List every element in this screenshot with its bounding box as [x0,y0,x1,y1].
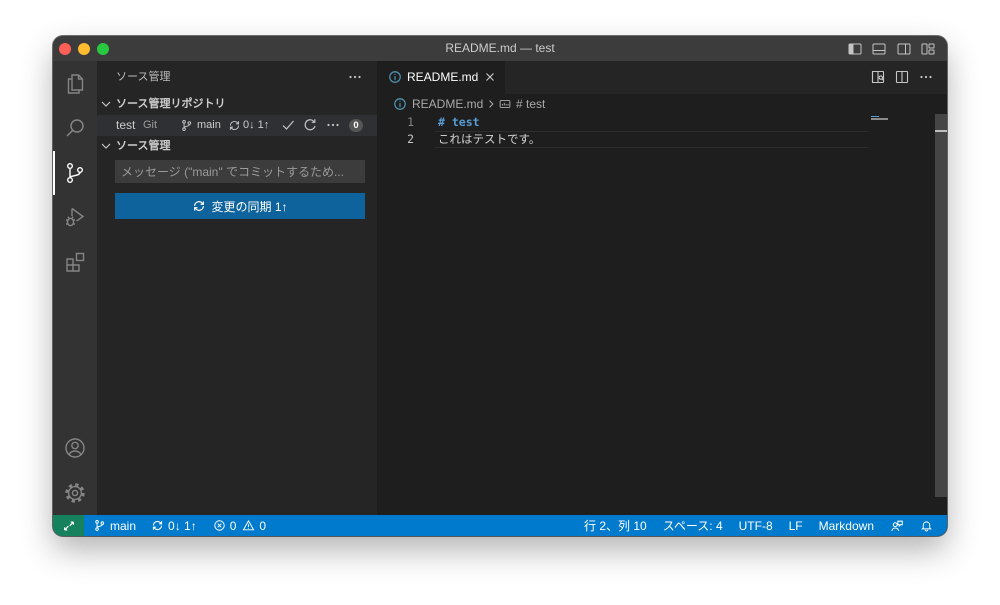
status-eol[interactable]: LF [789,515,803,536]
editor-group: README.md README.md # test 1 # test 2 これ… [377,61,947,515]
sync-button-label: 変更の同期 1↑ [211,199,288,214]
refresh-icon[interactable] [302,117,318,133]
commit-check-icon[interactable] [280,117,296,133]
toggle-panel-icon[interactable] [871,41,887,57]
code-line[interactable]: 1 # test [377,114,868,131]
title-bar: README.md — test [53,36,947,61]
activity-bar [53,61,97,515]
repository-more-actions-icon[interactable] [325,117,341,133]
activity-accounts[interactable] [53,426,97,470]
chevron-right-icon [485,98,497,110]
close-icon[interactable] [483,70,497,84]
line-text[interactable]: # test [438,114,480,131]
status-encoding[interactable]: UTF-8 [739,515,773,536]
repository-name: test [116,118,136,132]
activity-run-debug[interactable] [53,195,97,239]
error-icon [213,519,226,532]
source-control-icon [63,161,87,185]
commit-message-input[interactable] [115,160,365,183]
more-actions-icon[interactable] [347,69,363,85]
repositories-section-header[interactable]: ソース管理リポジトリ [97,94,377,114]
status-problems[interactable]: 0 0 [213,515,266,536]
line-number: 2 [407,132,414,146]
sync-icon [151,519,164,532]
source-control-section-title: ソース管理 [116,140,171,152]
bell-icon [920,519,933,532]
info-icon [388,70,402,84]
tab-label: README.md [407,70,479,84]
toggle-secondary-sidebar-icon[interactable] [896,41,912,57]
files-icon [63,72,87,96]
extensions-icon [63,250,87,274]
code-line[interactable]: 2 これはテストです。 [377,131,868,148]
repository-provider: Git [143,119,158,131]
chevron-down-icon [98,138,114,154]
breadcrumb-file[interactable]: README.md [412,94,483,114]
activity-extensions[interactable] [53,240,97,284]
error-count: 0 [229,518,237,533]
branch-icon[interactable] [180,119,193,132]
repositories-section-title: ソース管理リポジトリ [116,98,226,110]
minimize-window-button[interactable] [78,43,90,55]
sync-icon [192,199,206,213]
repository-branch[interactable]: main [197,115,221,136]
status-cursor-position[interactable]: 行 2、列 10 [584,515,647,536]
breadcrumb: README.md # test [377,94,947,114]
activity-search[interactable] [53,106,97,150]
minimap-line [871,115,879,117]
sidebar-title: ソース管理 [116,71,171,83]
activity-source-control[interactable] [53,151,97,195]
status-sync-label: 0↓ 1↑ [168,518,197,533]
line-text[interactable]: これはテストです。 [438,131,540,148]
info-icon [393,97,407,111]
minimap[interactable] [868,114,935,497]
minimap-line [871,118,888,120]
remote-indicator[interactable] [53,515,84,536]
close-window-button[interactable] [59,43,71,55]
window-title: README.md — test [445,41,555,55]
status-sync[interactable]: 0↓ 1↑ [151,515,197,536]
tab-readme[interactable]: README.md [377,61,505,94]
remote-icon [62,519,76,533]
symbol-string-icon [499,98,511,110]
changes-count-badge: 0 [349,119,363,132]
repository-row[interactable]: test Git main 0↓ 1↑ 0 [97,115,377,136]
source-control-sidebar: ソース管理 ソース管理リポジトリ test Git main 0↓ 1↑ 0 ソ… [97,61,377,515]
account-icon [63,436,87,460]
warning-icon [242,519,255,532]
status-language-mode[interactable]: Markdown [819,515,874,536]
chevron-down-icon [98,96,114,112]
search-icon [63,116,87,140]
zoom-window-button[interactable] [97,43,109,55]
status-branch-label: main [110,518,137,533]
feedback-icon [890,519,904,533]
breadcrumb-symbol[interactable]: # test [516,94,545,114]
status-notifications[interactable] [920,515,933,536]
repository-sync-status[interactable]: 0↓ 1↑ [243,115,269,136]
activity-manage[interactable] [53,471,97,515]
warning-count: 0 [259,518,267,533]
line-number: 1 [407,115,414,129]
overview-ruler-cursor [935,130,947,132]
vscode-window: README.md — test ソース管理 ソース管理リポジトリ test G… [53,36,947,536]
split-editor-icon[interactable] [894,69,910,85]
status-feedback[interactable] [890,515,904,536]
more-actions-icon[interactable] [918,69,934,85]
gear-icon [63,481,87,505]
vertical-scrollbar[interactable] [935,114,947,497]
tab-bar: README.md [377,61,947,94]
sync-changes-button[interactable]: 変更の同期 1↑ [115,193,365,219]
status-branch[interactable]: main [93,515,136,536]
customize-layout-icon[interactable] [920,41,936,57]
open-preview-to-side-icon[interactable] [870,69,886,85]
source-control-section-header[interactable]: ソース管理 [97,136,377,156]
status-indentation[interactable]: スペース: 4 [663,515,723,536]
branch-icon [93,519,106,532]
toggle-primary-sidebar-icon[interactable] [847,41,863,57]
status-bar: main 0↓ 1↑ 0 0 行 2、列 10 スペース: 4 UTF-8 LF… [53,515,947,536]
sync-icon[interactable] [228,119,241,132]
activity-explorer[interactable] [53,62,97,106]
run-debug-icon [63,205,87,229]
